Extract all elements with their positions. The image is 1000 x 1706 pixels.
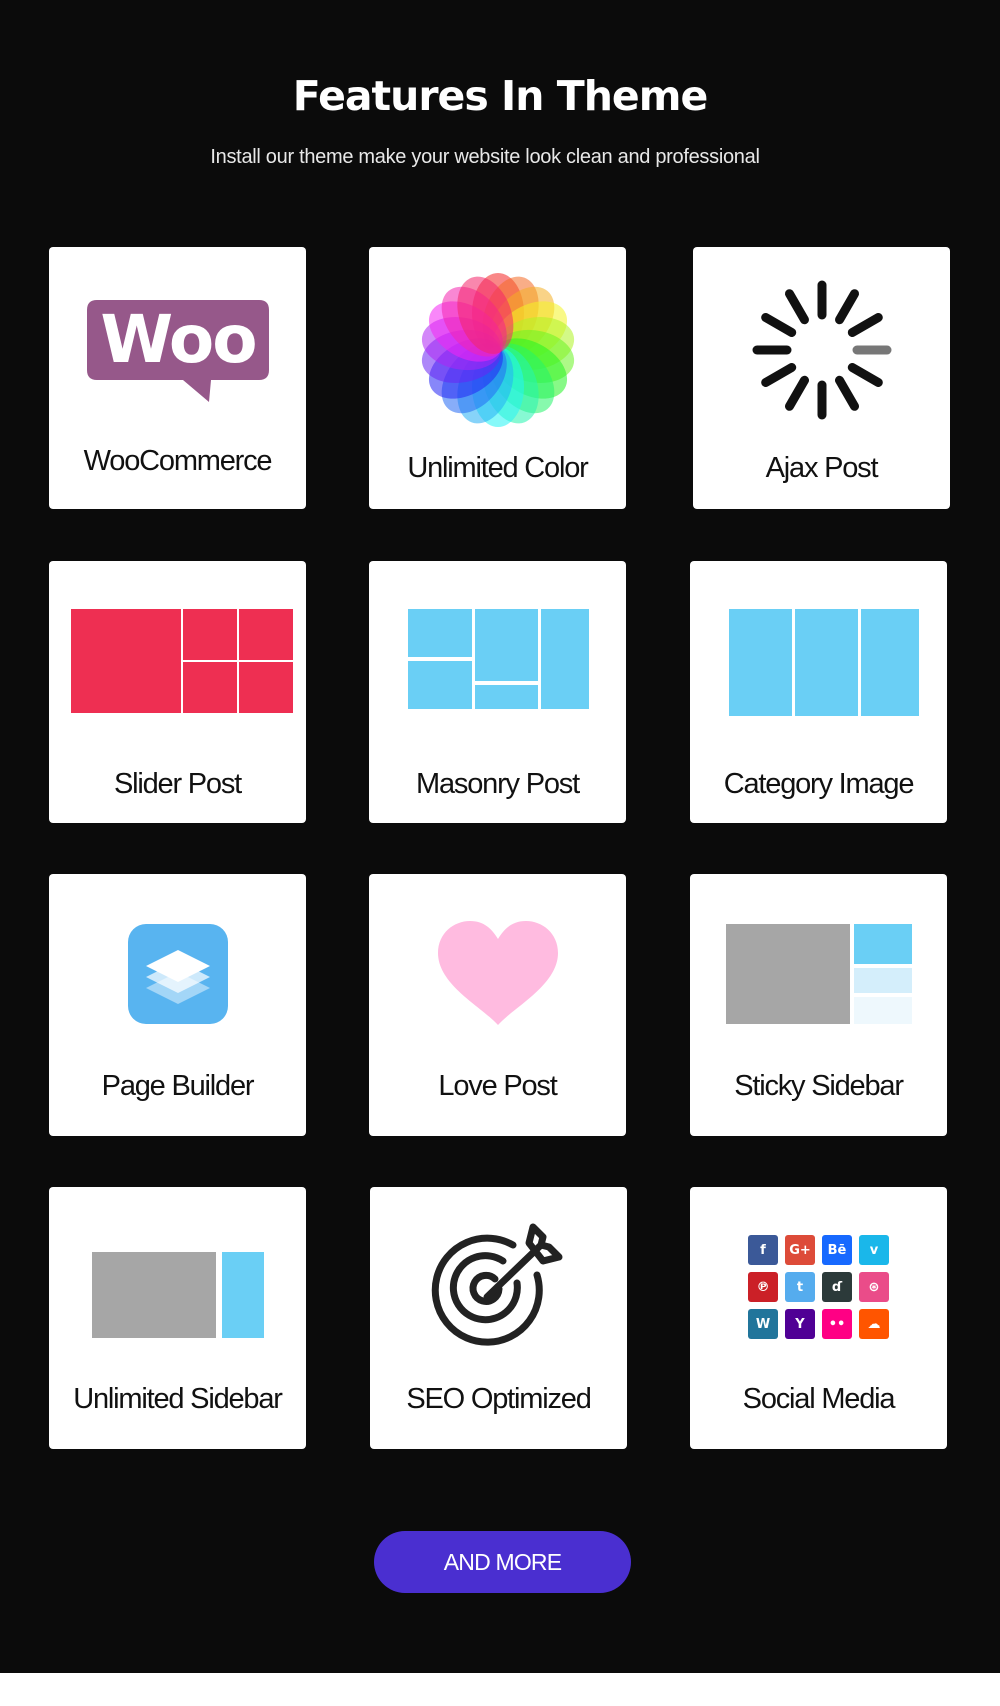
feature-card-unlimited-sidebar[interactable]: Unlimited Sidebar [49,1187,306,1449]
slider-layout-icon [49,561,306,756]
feature-label: Sticky Sidebar [734,1070,904,1102]
facebook-icon: f [748,1235,778,1265]
features-section: Features In Theme Install our theme make… [0,0,1000,1673]
feature-label: Love Post [438,1070,557,1102]
sidebar-layout-icon [49,1187,306,1402]
feature-card-page-builder[interactable]: Page Builder [49,874,306,1136]
masonry-layout-icon [369,561,626,756]
page-title: Features In Theme [292,72,709,120]
feature-label: Unlimited Color [407,452,588,484]
woo-logo-text: Woo [100,301,255,378]
feature-card-category-image[interactable]: Category Image [690,561,947,823]
social-icons-grid: f G+ Bē v ℗ t ɗ ⊛ W Y •• ☁ [748,1235,889,1339]
feature-card-social-media[interactable]: f G+ Bē v ℗ t ɗ ⊛ W Y •• ☁ Social Media [690,1187,947,1449]
soundcloud-icon: ☁ [859,1309,889,1339]
behance-icon: Bē [822,1235,852,1265]
spinner-bar [834,289,859,325]
dribbble-icon: ⊛ [859,1272,889,1302]
feature-label: Category Image [723,768,915,800]
spinner-bar [784,375,809,411]
feature-card-seo-optimized[interactable]: SEO Optimized [370,1187,627,1449]
spinner-bar [847,313,883,337]
color-wheel-icon [369,261,626,439]
social-icons-grid-icon: f G+ Bē v ℗ t ɗ ⊛ W Y •• ☁ [690,1187,947,1387]
feature-card-slider-post[interactable]: Slider Post [49,561,306,823]
feature-label: Social Media [742,1383,896,1415]
feature-label: Masonry Post [416,768,580,800]
woocommerce-logo-icon: Woo [49,261,306,439]
wordpress-icon: W [748,1309,778,1339]
category-columns-icon [690,561,947,761]
sticky-sidebar-layout-icon [690,874,947,1074]
feature-card-ajax-post[interactable]: Ajax Post [693,247,950,509]
spinner-bar [847,363,883,387]
and-more-button[interactable]: AND MORE [374,1531,631,1593]
feature-label: SEO Optimized [406,1383,591,1415]
yahoo-icon: Y [785,1309,815,1339]
spinner-bar [784,289,809,325]
feature-card-masonry-post[interactable]: Masonry Post [369,561,626,823]
spinner-bar [760,313,796,337]
feature-label: Page Builder [101,1070,255,1102]
feature-label: Slider Post [113,768,242,800]
loading-spinner-icon [693,261,950,439]
layers-icon [49,874,306,1074]
feature-card-love-post[interactable]: Love Post [369,874,626,1136]
feature-label: WooCommerce [83,445,273,477]
page-subtitle: Install our theme make your website look… [210,146,760,168]
feature-card-unlimited-color[interactable]: Unlimited Color [369,247,626,509]
vimeo-icon: v [859,1235,889,1265]
google-plus-icon: G+ [785,1235,815,1265]
feature-card-sticky-sidebar[interactable]: Sticky Sidebar [690,874,947,1136]
target-arrow-icon [370,1187,627,1387]
heart-icon [369,874,626,1074]
twitter-icon: t [785,1272,815,1302]
feature-label: Ajax Post [765,452,879,484]
flickr-icon: •• [822,1309,852,1339]
feature-label: Unlimited Sidebar [73,1383,283,1415]
spinner-bar [834,375,859,411]
deviantart-icon: ɗ [822,1272,852,1302]
spinner-bar [760,363,796,387]
pinterest-icon: ℗ [748,1272,778,1302]
feature-card-woocommerce[interactable]: Woo WooCommerce [49,247,306,509]
